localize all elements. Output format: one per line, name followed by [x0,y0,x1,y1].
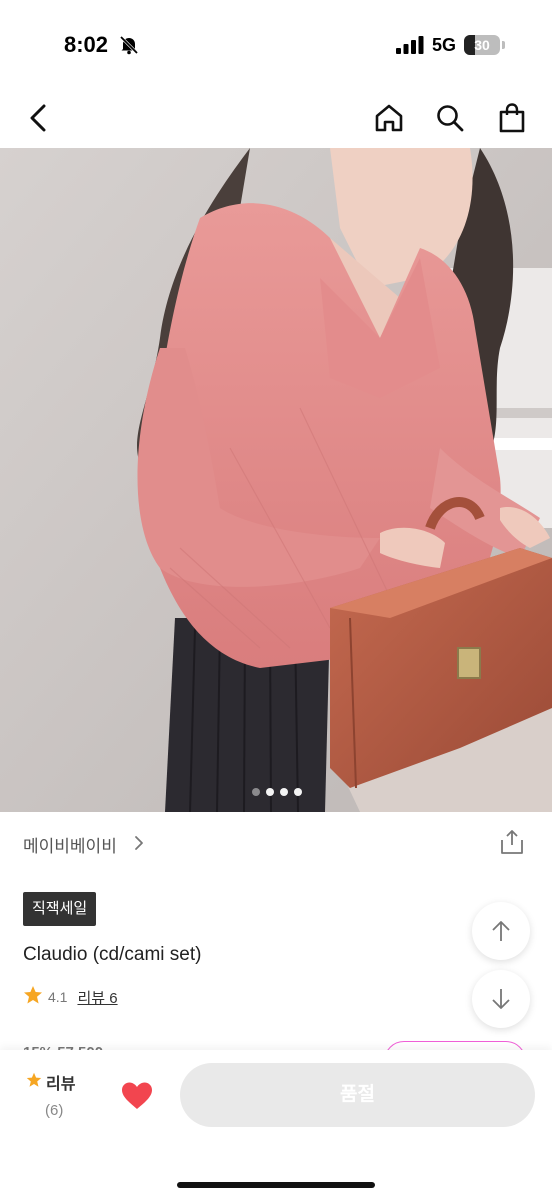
network-type: 5G [432,35,457,55]
home-button[interactable] [369,98,409,138]
carousel-dot [280,788,288,796]
cellular-signal-icon [396,36,424,59]
carousel-dot [252,788,260,796]
carousel-dot [266,788,274,796]
search-icon [437,105,464,132]
product-image-carousel[interactable] [0,148,552,812]
wishlist-button[interactable] [120,1081,154,1116]
share-icon[interactable] [498,828,526,861]
soldout-button[interactable]: 품절 [180,1063,535,1127]
battery-percent: 30 [474,37,490,53]
battery-icon: 30 [464,35,500,55]
scroll-up-button[interactable] [472,902,530,960]
search-button[interactable] [430,98,470,138]
home-indicator [177,1182,375,1188]
cart-button[interactable] [492,98,532,138]
product-name: Claudio (cd/cami set) [23,944,202,965]
review-tab[interactable]: 리뷰 (6) [26,1070,90,1119]
chevron-right-icon [134,835,144,856]
review-link[interactable]: 리뷰 6 [77,987,117,1008]
rating-row: 4.1 리뷰 6 [23,985,118,1010]
top-navigation [0,90,552,148]
bottom-action-bar: 리뷰 (6) 품절 [0,1050,552,1200]
chevron-left-icon [30,104,46,132]
status-time: 8:02 [64,32,109,57]
product-photo [0,148,552,812]
review-count: (6) [45,1102,64,1119]
home-icon [375,104,403,132]
bell-slash-icon [118,34,140,61]
rating-value: 4.1 [48,989,68,1005]
review-tab-label: 리뷰 [46,1076,76,1093]
carousel-dot [294,788,302,796]
sale-badge: 직잭세일 [23,892,97,926]
star-icon [26,1072,42,1093]
star-icon [23,985,43,1010]
heart-icon [122,1082,152,1109]
brand-row: 메이비베이비 [0,812,552,872]
arrow-down-icon [492,989,510,1009]
arrow-up-icon [492,921,510,941]
status-bar: 8:02 5G 30 [0,0,552,90]
back-button[interactable] [18,98,58,138]
brand-link[interactable]: 메이비베이비 [23,832,117,857]
shopping-bag-icon [499,103,525,133]
scroll-down-button[interactable] [472,970,530,1028]
carousel-indicator [252,788,302,796]
